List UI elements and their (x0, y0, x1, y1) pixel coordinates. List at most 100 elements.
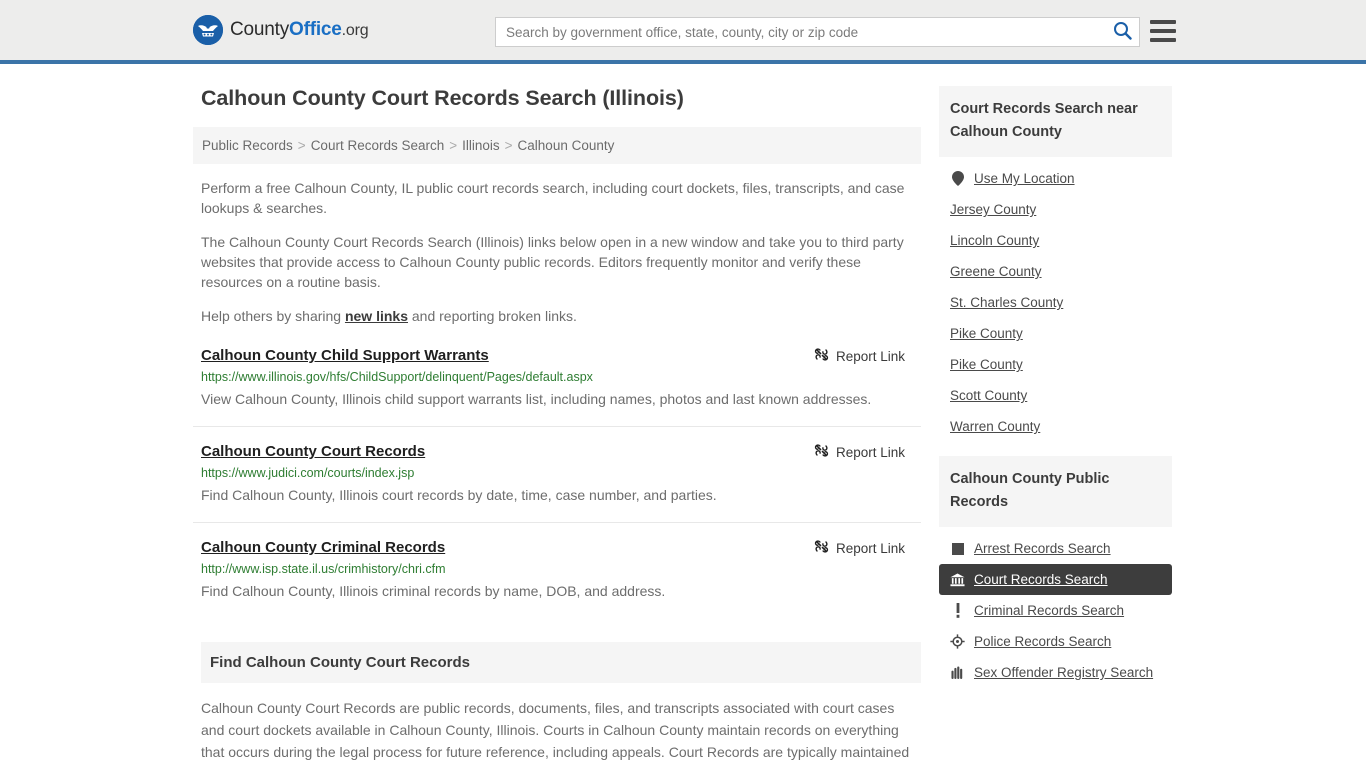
sidebar-county-pike-1[interactable]: Pike County (939, 318, 1172, 349)
intro-text: Perform a free Calhoun County, IL public… (193, 178, 921, 326)
result-description: Find Calhoun County, Illinois court reco… (201, 487, 717, 503)
result-header: Calhoun County Criminal Records Report L… (201, 538, 921, 557)
page-body: Calhoun County Court Records Search (Ill… (0, 64, 1366, 768)
brand-text: CountyOffice.org (230, 19, 369, 41)
breadcrumb-item-court-records-search[interactable]: Court Records Search (311, 138, 445, 153)
sidebar-item-arrest-records-search[interactable]: Arrest Records Search (939, 533, 1172, 564)
breadcrumb-item-illinois[interactable]: Illinois (462, 138, 500, 153)
search-button[interactable] (1105, 18, 1139, 46)
result-title-link[interactable]: Calhoun County Criminal Records (201, 538, 445, 557)
sidebar-county-warren[interactable]: Warren County (939, 411, 1172, 442)
intro-paragraph-3: Help others by sharing new links and rep… (201, 306, 913, 326)
sidebar-county-lincoln[interactable]: Lincoln County (939, 225, 1172, 256)
use-my-location-item[interactable]: Use My Location (939, 163, 1172, 194)
nearby-panel: Court Records Search near Calhoun County… (939, 86, 1172, 442)
public-records-heading: Calhoun County Public Records (939, 456, 1172, 527)
intro-p3-before: Help others by sharing (201, 308, 345, 324)
search-icon (1113, 21, 1132, 43)
eagle-seal-logo (193, 15, 223, 45)
county-label: Pike County (950, 326, 1023, 341)
main-content: Calhoun County Court Records Search (Ill… (193, 86, 921, 768)
map-pin-icon (950, 171, 965, 186)
sidebar-item-criminal-records-search[interactable]: Criminal Records Search (939, 595, 1172, 626)
sidebar-county-jersey[interactable]: Jersey County (939, 194, 1172, 225)
public-records-list: Arrest Records Search Court Records Sear… (939, 527, 1172, 688)
hamburger-menu-icon[interactable] (1150, 20, 1176, 42)
broken-link-icon (814, 347, 829, 365)
result-title-link[interactable]: Calhoun County Court Records (201, 442, 425, 461)
intro-paragraph-1: Perform a free Calhoun County, IL public… (201, 180, 905, 216)
county-label: Lincoln County (950, 233, 1040, 248)
report-link-label: Report Link (835, 540, 905, 556)
brand-part-office: Office (289, 19, 342, 40)
hamburger-bar (1150, 29, 1176, 33)
county-label: Jersey County (950, 202, 1037, 217)
new-links-link[interactable]: new links (345, 308, 408, 324)
find-records-body: Calhoun County Court Records are public … (201, 700, 910, 768)
results-list: Calhoun County Child Support Warrants Re… (193, 346, 921, 618)
brand-part-county: County (230, 19, 290, 40)
intro-p3-after: and reporting broken links. (408, 308, 577, 324)
find-records-heading: Find Calhoun County Court Records (201, 642, 921, 683)
fingerprint-icon (950, 665, 965, 680)
result-description: View Calhoun County, Illinois child supp… (201, 391, 872, 407)
sidebar-item-label: Arrest Records Search (974, 541, 1111, 556)
report-link-button[interactable]: Report Link (814, 443, 905, 461)
site-logo[interactable]: CountyOffice.org (193, 15, 369, 45)
breadcrumb-item-calhoun-county[interactable]: Calhoun County (518, 138, 615, 153)
breadcrumb-separator: > (449, 138, 458, 153)
report-link-label: Report Link (835, 444, 905, 460)
result-url[interactable]: https://www.illinois.gov/hfs/ChildSuppor… (201, 369, 921, 386)
result-item: Calhoun County Child Support Warrants Re… (193, 346, 921, 427)
result-header: Calhoun County Child Support Warrants Re… (201, 346, 921, 365)
sidebar-item-sex-offender-registry-search[interactable]: Sex Offender Registry Search (939, 657, 1172, 688)
report-link-button[interactable]: Report Link (814, 539, 905, 557)
result-item: Calhoun County Court Records Report Link… (193, 442, 921, 523)
sidebar-item-court-records-search[interactable]: Court Records Search (939, 564, 1172, 595)
exclamation-icon (950, 603, 965, 618)
sidebar-county-scott[interactable]: Scott County (939, 380, 1172, 411)
sidebar-item-label: Sex Offender Registry Search (974, 665, 1154, 680)
report-link-label: Report Link (835, 348, 905, 364)
public-records-panel: Calhoun County Public Records Arrest Rec… (939, 456, 1172, 688)
nearby-panel-list: Use My Location Jersey County Lincoln Co… (939, 157, 1172, 442)
broken-link-icon (814, 443, 829, 461)
breadcrumb: Public Records > Court Records Search > Illi… (193, 127, 921, 164)
breadcrumb-separator: > (297, 138, 306, 153)
nearby-panel-heading: Court Records Search near Calhoun County (939, 86, 1172, 157)
brand-part-org: .org (341, 22, 369, 39)
breadcrumb-separator: > (504, 138, 513, 153)
result-title-link[interactable]: Calhoun County Child Support Warrants (201, 346, 489, 365)
broken-link-icon (814, 539, 829, 557)
result-item: Calhoun County Criminal Records Report L… (193, 538, 921, 618)
county-label: Greene County (950, 264, 1042, 279)
find-records-section: Find Calhoun County Court Records Calhou… (193, 642, 921, 768)
intro-paragraph-2: The Calhoun County Court Records Search … (201, 234, 904, 290)
county-label: Warren County (950, 419, 1041, 434)
hamburger-bar (1150, 38, 1176, 42)
result-url[interactable]: http://www.isp.state.il.us/crimhistory/c… (201, 561, 921, 578)
sidebar-item-police-records-search[interactable]: Police Records Search (939, 626, 1172, 657)
sidebar: Court Records Search near Calhoun County… (939, 86, 1172, 768)
search-bar[interactable] (495, 17, 1140, 47)
search-input[interactable] (496, 18, 1105, 46)
sidebar-item-label: Criminal Records Search (974, 603, 1125, 618)
breadcrumb-item-public-records[interactable]: Public Records (202, 138, 293, 153)
courthouse-icon (950, 572, 965, 587)
report-link-button[interactable]: Report Link (814, 347, 905, 365)
result-header: Calhoun County Court Records Report Link (201, 442, 921, 461)
police-badge-icon (950, 634, 965, 649)
sidebar-county-greene[interactable]: Greene County (939, 256, 1172, 287)
page-title: Calhoun County Court Records Search (Ill… (201, 86, 684, 110)
county-label: Scott County (950, 388, 1028, 403)
sidebar-county-pike-2[interactable]: Pike County (939, 349, 1172, 380)
sidebar-item-label: Court Records Search (974, 572, 1108, 587)
sidebar-county-st-charles[interactable]: St. Charles County (939, 287, 1172, 318)
hamburger-bar (1150, 20, 1176, 24)
result-url[interactable]: https://www.judici.com/courts/index.jsp (201, 465, 921, 482)
square-icon (950, 541, 965, 556)
county-label: Pike County (950, 357, 1023, 372)
sidebar-item-label: Police Records Search (974, 634, 1112, 649)
site-header: CountyOffice.org (0, 0, 1366, 64)
county-label: St. Charles County (950, 295, 1064, 310)
